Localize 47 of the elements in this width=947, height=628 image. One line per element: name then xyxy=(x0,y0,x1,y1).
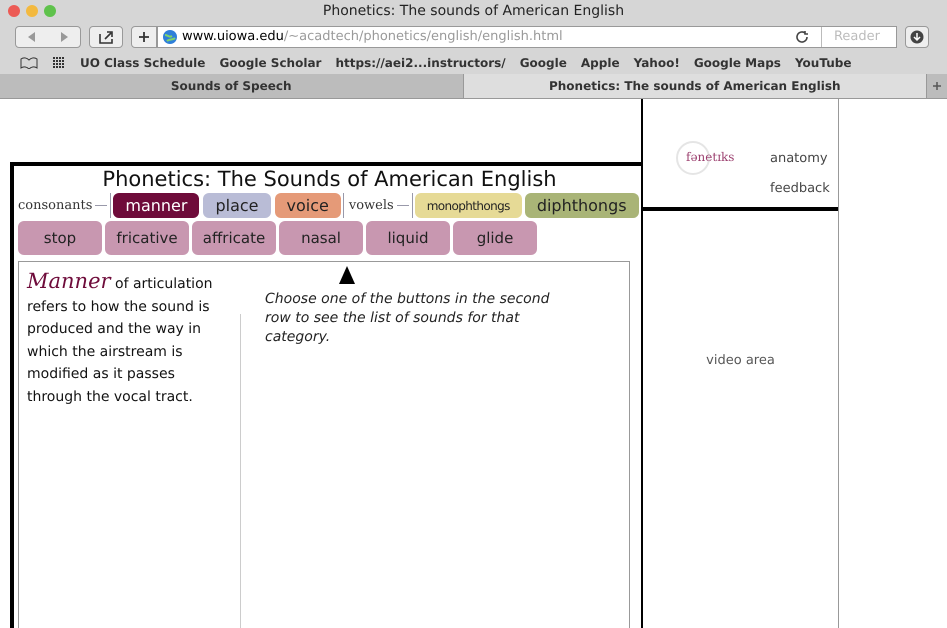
bookmark-link[interactable]: Google Maps xyxy=(694,54,781,72)
category-tab[interactable]: monophthongs xyxy=(414,193,522,218)
browser-tab[interactable]: Phonetics: The sounds of American English xyxy=(464,74,927,98)
nav-link[interactable]: feedback xyxy=(770,178,830,198)
browser-tab[interactable]: Sounds of Speech xyxy=(0,74,464,98)
category-button[interactable]: affricate xyxy=(192,221,276,255)
bookmark-link[interactable]: YouTube xyxy=(794,54,852,72)
video-label: video area xyxy=(706,352,775,370)
book-icon[interactable] xyxy=(20,57,38,69)
grid-icon[interactable] xyxy=(52,57,66,69)
category-tab[interactable]: place xyxy=(203,193,271,218)
plus-icon xyxy=(138,31,150,43)
manner-description: Manner of articulation refers to how the sound is produced and the way in which the airstream is modified as it passes through the vocal tract. xyxy=(27,270,214,406)
category-tab[interactable]: manner xyxy=(113,193,200,218)
share-button[interactable] xyxy=(89,26,123,48)
bookmark-link[interactable]: Apple xyxy=(580,54,620,72)
download-button[interactable] xyxy=(905,26,929,48)
reload-icon[interactable] xyxy=(796,30,809,44)
add-button[interactable] xyxy=(131,26,157,48)
forward-icon xyxy=(60,32,68,42)
category-button[interactable]: fricative xyxy=(105,221,189,255)
bookmark-link[interactable]: https://aei2...instructors/ xyxy=(335,54,506,72)
category-button[interactable]: nasal xyxy=(279,221,363,255)
bookmark-link[interactable]: Google Scholar xyxy=(219,54,322,72)
page-heading: Phonetics: The Sounds of American English xyxy=(101,166,558,192)
category-button[interactable]: glide xyxy=(453,221,537,255)
bookmark-link[interactable]: Yahoo! xyxy=(634,54,680,72)
url-text: www.uiowa.edu/~acadtech/phonetics/english/english.html xyxy=(182,28,563,46)
new-tab-button[interactable] xyxy=(927,74,947,98)
globe-icon xyxy=(162,29,178,45)
bookmark-link[interactable]: Google xyxy=(520,54,567,72)
vowels-label: vowels xyxy=(348,196,394,215)
pointer-icon xyxy=(339,266,355,284)
category-button[interactable]: stop xyxy=(18,221,102,255)
instruction-text: Choose one of the buttons in the second row to see the list of sounds for that category. xyxy=(265,290,550,347)
category-tab[interactable]: voice xyxy=(274,193,341,218)
window-title: Phonetics: The sounds of American English xyxy=(322,2,626,20)
category-tab[interactable]: diphthongs xyxy=(524,193,639,218)
download-icon xyxy=(910,30,924,44)
consonants-label: consonants xyxy=(18,196,92,215)
category-button[interactable]: liquid xyxy=(366,221,450,255)
bookmark-link[interactable]: UO Class Schedule xyxy=(80,54,206,72)
back-icon xyxy=(28,32,36,42)
plus-icon xyxy=(932,81,942,91)
nav-link[interactable]: anatomy xyxy=(770,149,830,168)
share-icon xyxy=(98,30,114,44)
logo[interactable]: fənetɪks xyxy=(686,149,734,165)
